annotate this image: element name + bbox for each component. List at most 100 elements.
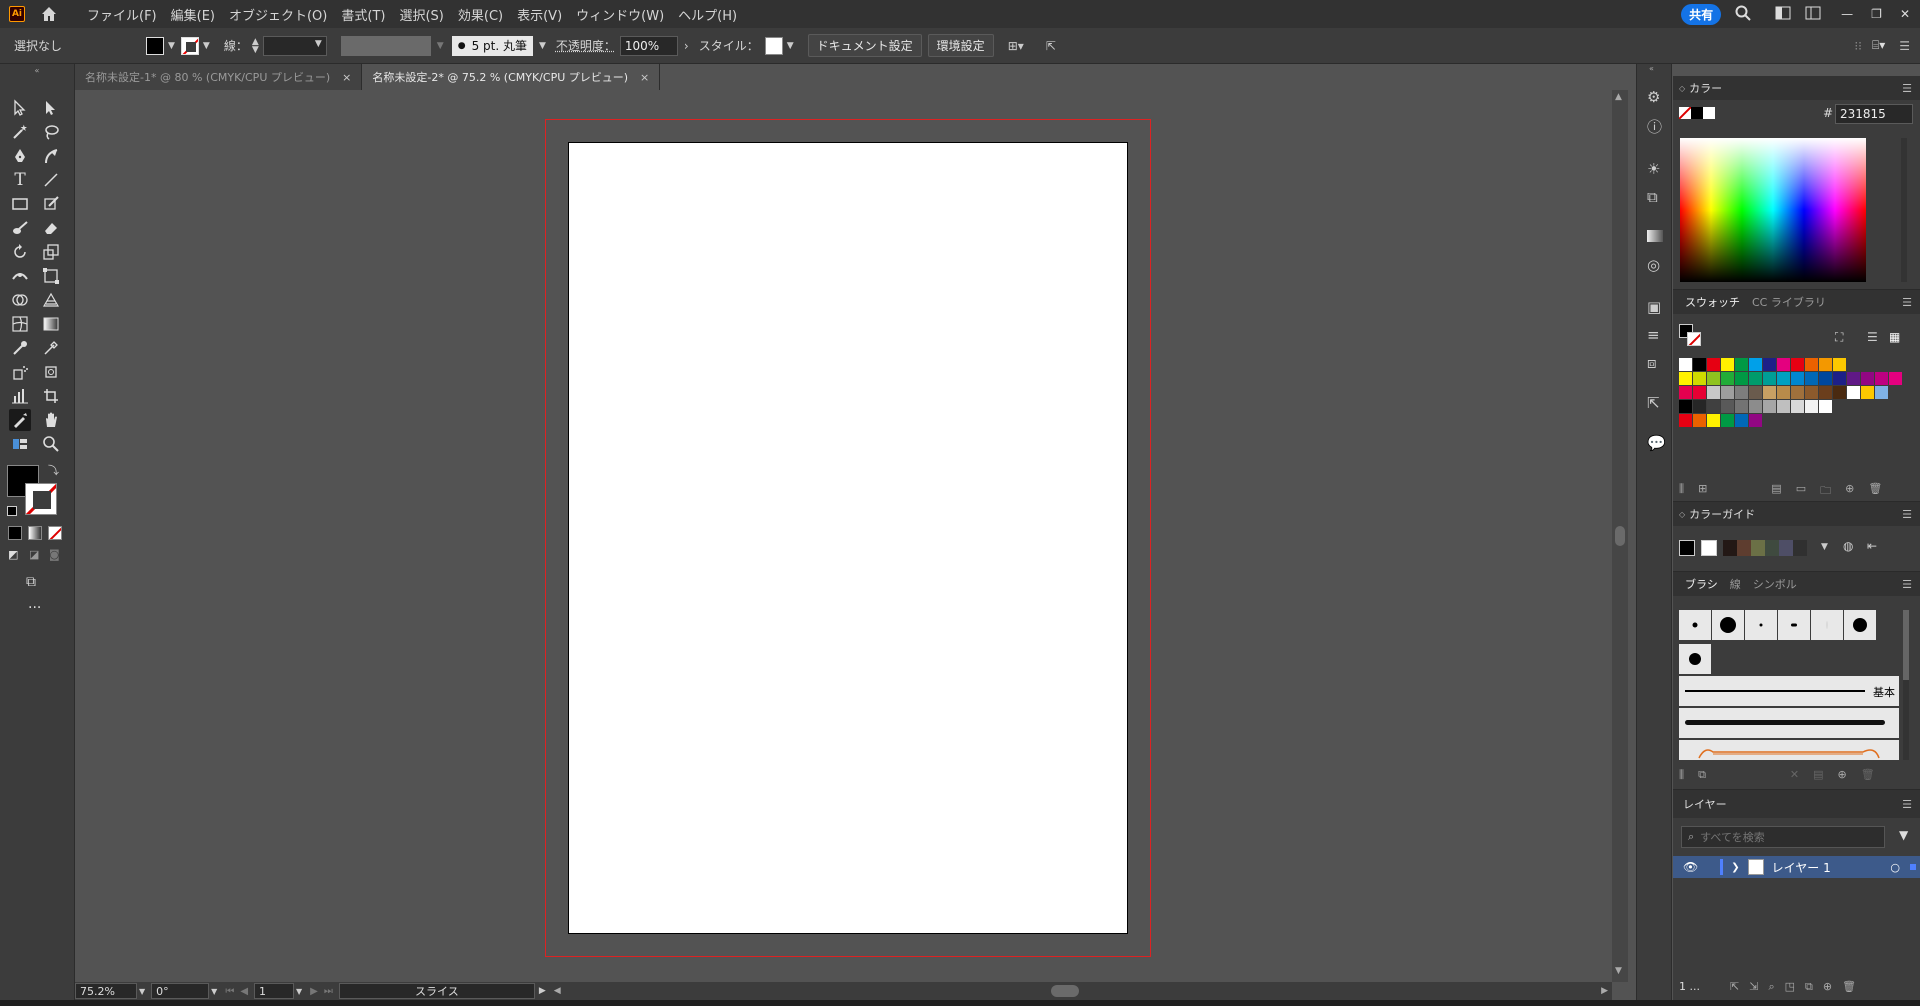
swatch[interactable]: [1679, 386, 1692, 399]
stroke-color-box[interactable]: [25, 483, 57, 515]
panel-menu-icon[interactable]: ☰: [1902, 578, 1912, 591]
expand-panels-icon[interactable]: «: [1649, 64, 1654, 73]
perspective-grid-tool-icon[interactable]: [40, 289, 62, 311]
guide-base-color[interactable]: [1679, 540, 1695, 556]
swatch[interactable]: [1721, 414, 1734, 427]
swatch[interactable]: [1791, 400, 1804, 413]
swatch[interactable]: [1763, 386, 1776, 399]
menu-item[interactable]: 書式(T): [334, 5, 392, 24]
new-layer-icon[interactable]: ⊕: [1823, 980, 1832, 994]
horizontal-scroll-thumb[interactable]: [1050, 985, 1079, 997]
show-kinds-icon[interactable]: ⛶: [1835, 330, 1843, 345]
show-swatch-kinds-icon[interactable]: ⊞: [1698, 482, 1707, 501]
swatch[interactable]: [1707, 358, 1720, 371]
swatch[interactable]: [1693, 400, 1706, 413]
style-swatch[interactable]: [764, 36, 783, 55]
panel-collapse-icon[interactable]: «: [26, 64, 48, 76]
collect-for-export-icon[interactable]: ⇱: [1730, 980, 1739, 994]
tab-document-2[interactable]: 名称未設定-2* @ 75.2 % (CMYK/CPU プレビュー) ×: [362, 64, 661, 90]
swatch[interactable]: [1847, 386, 1860, 399]
swatch[interactable]: [1679, 372, 1692, 385]
fill-dropdown-icon[interactable]: ▼: [168, 41, 175, 51]
brush-charcoal-row[interactable]: [1679, 708, 1899, 738]
swatch[interactable]: [1833, 358, 1846, 371]
target-icon[interactable]: ○: [1890, 861, 1900, 874]
swatch[interactable]: [1763, 372, 1776, 385]
guide-harmony-swatch[interactable]: [1779, 540, 1793, 556]
stroke-swatch[interactable]: [180, 36, 199, 55]
swatch[interactable]: [1777, 386, 1790, 399]
curvature-tool-icon[interactable]: [40, 145, 62, 167]
menu-item[interactable]: オブジェクト(O): [222, 5, 334, 24]
swatch[interactable]: [1819, 372, 1832, 385]
delete-brush-icon[interactable]: 🗑: [1861, 768, 1875, 782]
save-to-swatches-icon[interactable]: ⇤: [1867, 539, 1877, 553]
stroke-dropdown-icon[interactable]: ▼: [203, 41, 210, 51]
search-icon[interactable]: [1735, 5, 1751, 24]
panel-scrollbar[interactable]: [1901, 138, 1907, 282]
shaper-tool-icon[interactable]: [9, 409, 31, 431]
swatch[interactable]: [1777, 372, 1790, 385]
artboard-tool-icon[interactable]: [40, 361, 62, 383]
panel-menu-icon[interactable]: ☰: [1902, 798, 1912, 811]
new-brush-icon[interactable]: ⊕: [1838, 768, 1847, 782]
brush-item[interactable]: [1811, 610, 1843, 640]
comments-panel-icon[interactable]: 💬: [1647, 434, 1666, 452]
swatch[interactable]: [1861, 386, 1874, 399]
guide-harmony-swatch[interactable]: [1723, 540, 1737, 556]
transparency-panel-icon[interactable]: ◎: [1647, 256, 1660, 274]
free-transform-tool-icon[interactable]: [40, 265, 62, 287]
brush-dropdown-icon[interactable]: ▼: [539, 41, 546, 51]
collapse-icon[interactable]: ◇: [1679, 510, 1685, 519]
rotate-field[interactable]: 0°: [151, 983, 210, 999]
swatch[interactable]: [1735, 358, 1748, 371]
delete-icon[interactable]: 🗑: [1868, 482, 1882, 501]
magic-wand-tool-icon[interactable]: [9, 121, 31, 143]
hex-field[interactable]: 231815: [1835, 104, 1913, 124]
align-panel-icon[interactable]: ≡: [1647, 326, 1660, 344]
line-tool-icon[interactable]: [40, 169, 62, 191]
color-spectrum[interactable]: [1680, 138, 1866, 282]
mesh-tool-icon[interactable]: [9, 313, 31, 335]
swatch[interactable]: [1749, 414, 1762, 427]
expand-chevron-icon[interactable]: ❯: [1731, 862, 1739, 873]
tab-brushes[interactable]: ブラシ: [1679, 576, 1724, 592]
tab-document-1[interactable]: 名称未設定-1* @ 80 % (CMYK/CPU プレビュー) ×: [75, 64, 363, 90]
menu-item[interactable]: 効果(C): [451, 5, 510, 24]
swatch[interactable]: [1693, 386, 1706, 399]
maximize-icon[interactable]: ❐: [1871, 7, 1882, 21]
tab-swatches[interactable]: スウォッチ: [1679, 294, 1746, 310]
visibility-eye-icon[interactable]: 👁: [1683, 860, 1698, 874]
swatch[interactable]: [1791, 372, 1804, 385]
panel-menu-icon[interactable]: ☰: [1899, 39, 1910, 53]
brush-item[interactable]: [1844, 610, 1876, 640]
appearance-panel-icon[interactable]: ☀: [1647, 160, 1660, 178]
swatch-options-icon[interactable]: ▤: [1771, 482, 1781, 501]
swatch[interactable]: [1707, 400, 1720, 413]
fill-stroke-indicator[interactable]: [1679, 324, 1701, 346]
menu-item[interactable]: 表示(V): [510, 5, 569, 24]
arrange-icon[interactable]: ⊞▾: [1008, 39, 1024, 53]
swatch[interactable]: [1721, 386, 1734, 399]
brush-item[interactable]: [1745, 610, 1777, 640]
workspace-icon[interactable]: [1775, 6, 1791, 23]
edit-toolbar-icon[interactable]: ···: [28, 600, 41, 616]
swatch[interactable]: [1679, 414, 1692, 427]
swatch[interactable]: [1679, 400, 1692, 413]
brush-art-row[interactable]: [1679, 740, 1899, 760]
current-tool-display[interactable]: スライス: [338, 983, 535, 999]
first-artboard-icon[interactable]: ⏮: [225, 986, 234, 997]
graph-tool-icon[interactable]: [9, 385, 31, 407]
scroll-down-icon[interactable]: ▼: [1615, 966, 1622, 976]
color-mode-none[interactable]: [48, 526, 62, 540]
brush-library-icon[interactable]: ⫼: [1679, 768, 1684, 782]
swatch[interactable]: [1735, 400, 1748, 413]
swatch[interactable]: [1721, 372, 1734, 385]
locate-object-icon[interactable]: ⌕: [1768, 980, 1774, 994]
swatch[interactable]: [1721, 400, 1734, 413]
transform-panel-icon[interactable]: ⧉: [1647, 188, 1658, 206]
swatch[interactable]: [1875, 372, 1888, 385]
vertical-scrollbar[interactable]: ▲ ▼: [1612, 90, 1628, 982]
zoom-field[interactable]: 75.2%: [75, 983, 137, 999]
menu-item[interactable]: ウィンドウ(W): [569, 5, 671, 24]
